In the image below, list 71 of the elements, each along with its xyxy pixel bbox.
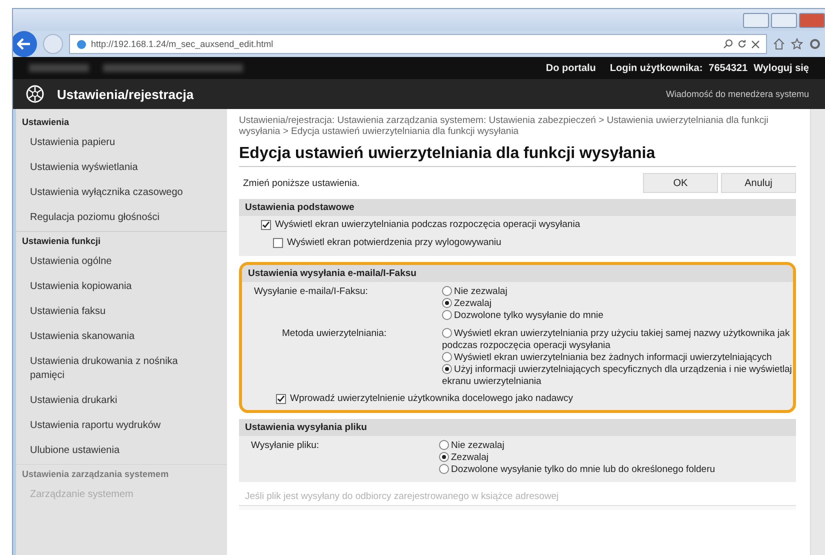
blurred-text [29, 64, 89, 72]
checkbox[interactable] [276, 394, 286, 404]
checkbox-label: Wyświetl ekran potwierdzenia przy wylogowywaniu [287, 237, 502, 249]
sidebar-item[interactable]: Ustawienia papieru [16, 131, 227, 156]
radio-option[interactable]: Użyj informacji uwierzytelniających specyficznych dla urządzenia i nie wyświetlaj ekranu uwierzytelniania [442, 364, 793, 388]
instruction-text: Zmień poniższe ustawienia. [242, 178, 361, 188]
radio-button[interactable] [442, 352, 452, 362]
back-button[interactable] [13, 31, 37, 57]
sidebar-heading: Ustawienia zarządzania systemem [16, 464, 227, 483]
radio-button[interactable] [442, 328, 452, 338]
sidebar-item[interactable]: Ustawienia raportu wydruków [16, 414, 227, 439]
address-bar[interactable]: http://192.168.1.24/m_sec_auxsend_edit.html [69, 34, 767, 54]
sidebar-item[interactable]: Ustawienia wyświetlania [16, 156, 227, 181]
checkbox-label: Wprowadź uwierzytelnienie użytkownika docelowego jako nadawcy [290, 393, 574, 405]
sidebar-heading: Ustawienia [21, 116, 70, 129]
radio-button[interactable] [442, 286, 452, 296]
login-value: 7654321 [708, 62, 748, 74]
sidebar-item[interactable]: Regulacja poziomu głośności [16, 206, 227, 231]
sidebar-item[interactable]: Ustawienia drukarki [16, 389, 227, 414]
checkbox[interactable] [273, 238, 283, 248]
radio-button[interactable] [442, 310, 452, 320]
radio-option[interactable]: Wyświetl ekran uwierzytelniania przy użyciu takiej samej nazwy użytkownika jak podczas rozpoczęcia operacji wysyłania [442, 328, 793, 352]
sidebar-item[interactable]: Ustawienia kopiowania [16, 275, 227, 300]
message-link[interactable]: Wiadomość do menedżera systemu [666, 89, 809, 99]
close-button[interactable] [799, 12, 825, 28]
checkbox[interactable] [261, 220, 271, 230]
radio-option[interactable]: Dozwolone tylko wysyłanie do mnie [442, 310, 793, 322]
star-icon[interactable] [791, 38, 803, 50]
setting-label: Wysyłanie e-maila/I-Faksu: [253, 286, 369, 299]
radio-option[interactable]: Zezwalaj [442, 298, 793, 310]
checkbox-label: Wyświetl ekran uwierzytelniania podczas rozpoczęcia operacji wysyłania [275, 219, 580, 231]
sidebar-item[interactable]: Ustawienia skanowania [16, 325, 227, 350]
sidebar-heading: Ustawienia funkcji [16, 231, 227, 250]
ok-button[interactable]: OK [643, 173, 718, 193]
radio-option[interactable]: Zezwalaj [439, 452, 796, 464]
page-heading: Edycja ustawień uwierzytelniania dla funkcji wysyłania [239, 145, 796, 167]
section-heading: Jeśli plik jest wysyłany do odbiorcy zarejestrowanego w książce adresowej [239, 488, 796, 506]
breadcrumb: Ustawienia/rejestracja: Ustawienia zarządzania systemem: Ustawienia zabezpieczeń > Ustawienia uwierzytelniania dla funkcji wysyłania > Edycja ustawień uwierzytelniania dla funkcji wysyłania [239, 115, 770, 137]
close-icon[interactable] [751, 40, 760, 48]
login-label: Login użytkownika: [610, 62, 703, 74]
section-heading: Ustawienia podstawowe [239, 199, 796, 216]
scrollbar[interactable] [810, 109, 825, 555]
radio-option[interactable]: Nie zezwalaj [442, 286, 793, 298]
portal-link[interactable]: Do portalu [546, 62, 596, 74]
radio-button[interactable] [442, 298, 452, 308]
minimize-button[interactable] [743, 12, 769, 28]
radio-button[interactable] [442, 364, 452, 374]
radio-option[interactable]: Nie zezwalaj [439, 440, 796, 452]
maximize-button[interactable] [771, 12, 797, 28]
arrow-left-icon [17, 38, 31, 50]
sidebar-item[interactable]: Ustawienia faksu [16, 300, 227, 325]
search-icon[interactable] [723, 39, 733, 49]
sidebar-item[interactable]: Ustawienia ogólne [16, 250, 227, 275]
home-icon[interactable] [773, 38, 785, 50]
url-text: http://192.168.1.24/m_sec_auxsend_edit.html [91, 39, 274, 49]
radio-button[interactable] [439, 464, 449, 474]
radio-option[interactable]: Wyświetl ekran uwierzytelniania bez żadnych informacji uwierzytelniających [442, 352, 793, 364]
section-heading: Ustawienia wysyłania e-maila/I-Faksu [242, 265, 793, 282]
sidebar-item[interactable]: Ulubione ustawienia [16, 439, 227, 464]
page-title: Ustawienia/rejestracja [57, 86, 194, 102]
cancel-button[interactable]: Anuluj [721, 173, 796, 193]
refresh-icon[interactable] [737, 39, 747, 49]
radio-button[interactable] [439, 452, 449, 462]
radio-button[interactable] [439, 440, 449, 450]
setting-label: Metoda uwierzytelniania: [281, 328, 388, 341]
logout-link[interactable]: Wyloguj się [754, 62, 809, 74]
sidebar-item[interactable]: Ustawienia drukowania z nośnika pamięci [16, 350, 227, 389]
radio-option[interactable]: Dozwolone wysyłanie tylko do mnie lub do określonego folderu [439, 464, 796, 476]
section-heading: Ustawienia wysyłania pliku [239, 419, 796, 436]
sidebar-item[interactable]: Ustawienia wyłącznika czasowego [16, 181, 227, 206]
setting-label: Wysyłanie pliku: [250, 440, 320, 453]
